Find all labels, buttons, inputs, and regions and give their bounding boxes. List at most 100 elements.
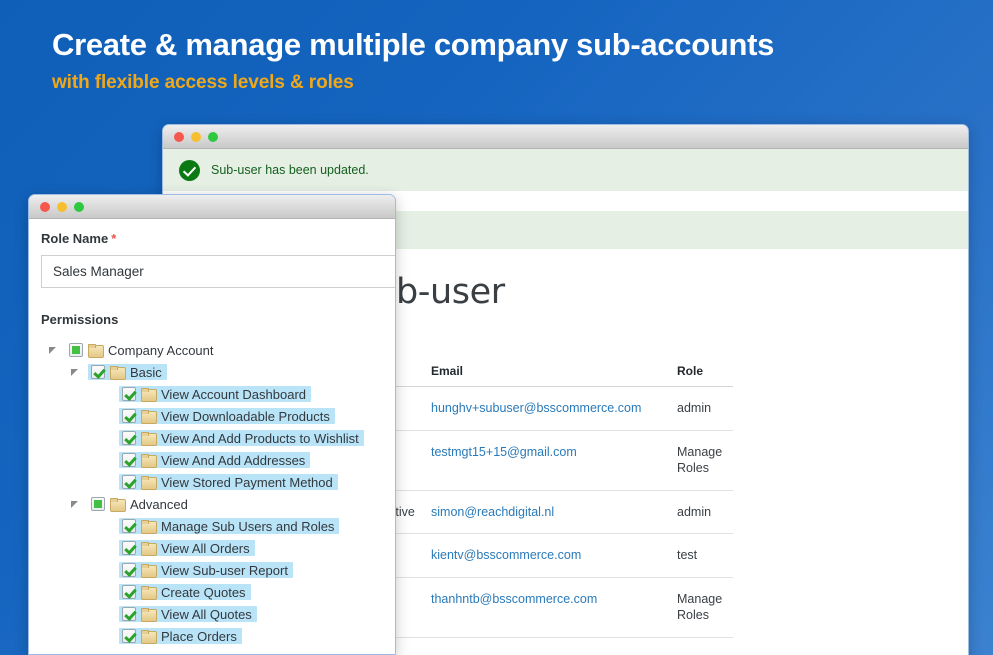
checkbox-checked-icon[interactable] bbox=[122, 607, 136, 621]
permission-node-label: Manage Sub Users and Roles bbox=[161, 518, 335, 534]
expand-collapse-arrow-icon[interactable] bbox=[71, 500, 80, 509]
checkbox-checked-icon[interactable] bbox=[122, 387, 136, 401]
checkbox-checked-icon[interactable] bbox=[122, 519, 136, 533]
permission-node[interactable]: View Sub-user Report bbox=[119, 559, 293, 581]
permission-node[interactable]: View And Add Products to Wishlist bbox=[119, 427, 364, 449]
zoom-dot[interactable] bbox=[74, 201, 84, 212]
checkbox-checked-icon[interactable] bbox=[122, 563, 136, 577]
close-dot[interactable] bbox=[40, 201, 50, 212]
email-link[interactable]: kientv@bsscommerce.com bbox=[431, 548, 581, 562]
cell-role: Manage Roles bbox=[677, 430, 733, 491]
permission-node-content[interactable]: View And Add Products to Wishlist bbox=[119, 430, 364, 446]
permission-node[interactable]: View All Orders bbox=[119, 537, 255, 559]
cell-email: testmgt15+15@gmail.com bbox=[431, 430, 677, 491]
permissions-tree: Company Account Basic View Account Dashboa… bbox=[41, 339, 395, 647]
permission-node-content[interactable]: Create Quotes bbox=[119, 584, 251, 600]
folder-icon bbox=[141, 519, 157, 534]
permission-node[interactable]: View Stored Payment Method bbox=[119, 471, 338, 493]
folder-icon bbox=[141, 409, 157, 424]
cell-role: test bbox=[677, 533, 733, 578]
permission-node-label: Place Orders bbox=[161, 628, 237, 644]
permission-node-label: View And Add Products to Wishlist bbox=[161, 430, 359, 446]
folder-icon bbox=[141, 431, 157, 446]
permission-node-label: Advanced bbox=[130, 496, 188, 512]
folder-icon bbox=[141, 475, 157, 490]
permission-node-content[interactable]: View All Quotes bbox=[119, 606, 257, 622]
permission-node[interactable]: View Downloadable Products bbox=[119, 405, 335, 427]
permission-node-content[interactable]: Manage Sub Users and Roles bbox=[119, 518, 340, 534]
minimize-dot[interactable] bbox=[191, 131, 201, 142]
folder-icon bbox=[110, 497, 126, 512]
role-name-input[interactable] bbox=[41, 255, 395, 288]
checkbox-checked-icon[interactable] bbox=[122, 453, 136, 467]
cell-role: admin bbox=[677, 386, 733, 431]
cell-email: thanhntb@bsscommerce.com bbox=[431, 577, 677, 638]
permission-node-label: View All Quotes bbox=[161, 606, 252, 622]
permission-node[interactable]: Manage Sub Users and Roles bbox=[119, 515, 340, 537]
permission-node-content[interactable]: View And Add Addresses bbox=[119, 452, 311, 468]
folder-icon bbox=[110, 365, 126, 380]
cell-email: hunghv+subuser@bsscommerce.com bbox=[431, 386, 677, 431]
expand-collapse-arrow-icon[interactable] bbox=[49, 346, 58, 355]
zoom-dot[interactable] bbox=[208, 131, 218, 142]
checkbox-checked-icon[interactable] bbox=[122, 431, 136, 445]
email-link[interactable]: hunghv+subuser@bsscommerce.com bbox=[431, 401, 641, 415]
permission-node-label: Create Quotes bbox=[161, 584, 246, 600]
permission-node-content[interactable]: View Sub-user Report bbox=[119, 562, 293, 578]
cell-role: Manage Roles bbox=[677, 577, 733, 638]
permission-node-content[interactable]: Basic bbox=[88, 364, 167, 380]
role-form-body: Role Name* Permissions Company Account Ba… bbox=[29, 219, 395, 654]
success-check-icon bbox=[179, 159, 200, 181]
close-dot[interactable] bbox=[174, 131, 184, 142]
email-link[interactable]: thanhntb@bsscommerce.com bbox=[431, 592, 597, 606]
email-link[interactable]: simon@reachdigital.nl bbox=[431, 505, 554, 519]
permission-node[interactable]: Company Account bbox=[49, 339, 219, 361]
permission-node[interactable]: Advanced bbox=[71, 493, 193, 515]
permission-node-content[interactable]: View Stored Payment Method bbox=[119, 474, 338, 490]
permission-node[interactable]: View And Add Addresses bbox=[119, 449, 311, 471]
permission-node-content[interactable]: Advanced bbox=[88, 496, 193, 512]
permission-node[interactable]: View Account Dashboard bbox=[119, 383, 312, 405]
folder-icon bbox=[141, 387, 157, 402]
required-marker: * bbox=[111, 231, 117, 246]
permission-node-content[interactable]: View All Orders bbox=[119, 540, 255, 556]
minimize-dot[interactable] bbox=[57, 201, 67, 212]
permission-node-label: View And Add Addresses bbox=[161, 452, 306, 468]
front-window-titlebar[interactable] bbox=[29, 195, 395, 219]
permission-node-content[interactable]: Company Account bbox=[66, 342, 219, 358]
cell-email: kientv@bsscommerce.com bbox=[431, 533, 677, 578]
role-name-label-text: Role Name bbox=[41, 231, 109, 246]
permissions-label: Permissions bbox=[41, 312, 119, 327]
permission-node[interactable]: View All Quotes bbox=[119, 603, 257, 625]
checkbox-checked-icon[interactable] bbox=[122, 409, 136, 423]
cell-email: simon@reachdigital.nl bbox=[431, 490, 677, 534]
banner-title: Create & manage multiple company sub-acc… bbox=[52, 27, 775, 62]
permission-node-content[interactable]: Place Orders bbox=[119, 628, 242, 644]
checkbox-partial-icon[interactable] bbox=[91, 497, 105, 511]
column-header-email: Email bbox=[431, 348, 677, 387]
permission-node-content[interactable]: View Downloadable Products bbox=[119, 408, 335, 424]
success-notice: Sub-user has been updated. bbox=[163, 149, 968, 191]
permission-node-label: View Downloadable Products bbox=[161, 408, 330, 424]
folder-icon bbox=[141, 629, 157, 644]
permission-node[interactable]: Create Quotes bbox=[119, 581, 251, 603]
checkbox-partial-icon[interactable] bbox=[69, 343, 83, 357]
promo-banner: Create & manage multiple company sub-acc… bbox=[0, 0, 993, 94]
expand-collapse-arrow-icon[interactable] bbox=[71, 368, 80, 377]
checkbox-checked-icon[interactable] bbox=[122, 541, 136, 555]
permission-node-label: View All Orders bbox=[161, 540, 250, 556]
folder-icon bbox=[141, 541, 157, 556]
cell-role: admin bbox=[677, 490, 733, 534]
permission-node[interactable]: Basic bbox=[71, 361, 167, 383]
back-window-titlebar[interactable] bbox=[163, 125, 968, 149]
folder-icon bbox=[141, 563, 157, 578]
permission-node-content[interactable]: View Account Dashboard bbox=[119, 386, 312, 402]
checkbox-checked-icon[interactable] bbox=[122, 629, 136, 643]
permission-node[interactable]: Place Orders bbox=[119, 625, 242, 647]
folder-icon bbox=[141, 585, 157, 600]
checkbox-checked-icon[interactable] bbox=[122, 585, 136, 599]
folder-icon bbox=[88, 343, 104, 358]
checkbox-checked-icon[interactable] bbox=[122, 475, 136, 489]
checkbox-checked-icon[interactable] bbox=[91, 365, 105, 379]
email-link[interactable]: testmgt15+15@gmail.com bbox=[431, 445, 577, 459]
